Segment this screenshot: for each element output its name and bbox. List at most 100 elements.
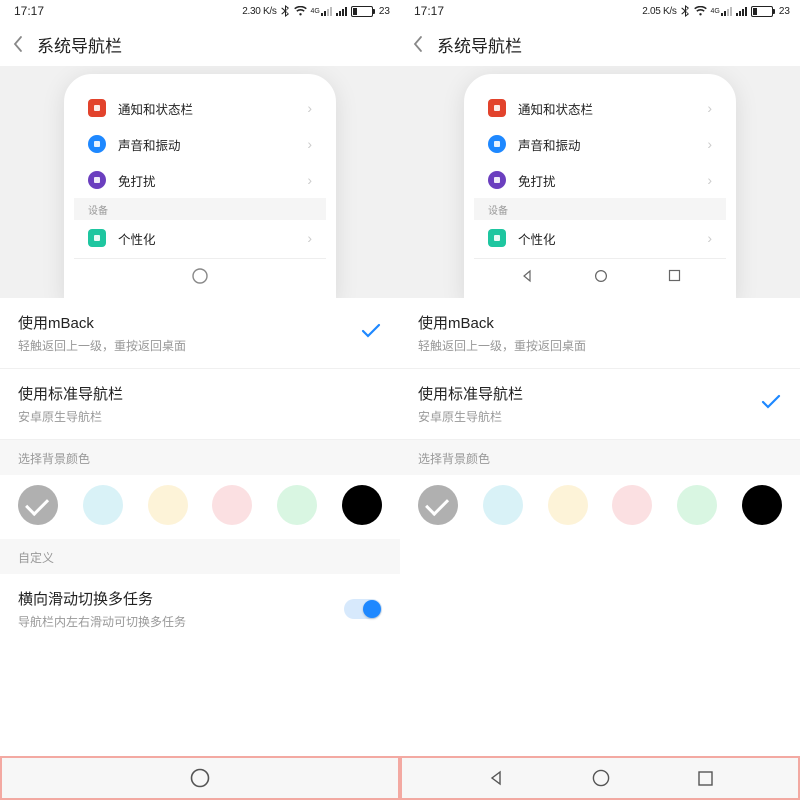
- nav-option-1[interactable]: 使用标准导航栏 安卓原生导航栏: [0, 369, 400, 440]
- preview-item-label: 通知和状态栏: [118, 99, 295, 118]
- notification-icon: [88, 99, 106, 117]
- sound-icon: [488, 135, 506, 153]
- preview-section-header: 设备: [74, 198, 326, 220]
- status-time: 17:17: [414, 4, 444, 18]
- color-swatch-5[interactable]: [742, 485, 782, 525]
- wifi-icon: [294, 6, 307, 16]
- preview-item-label: 个性化: [518, 229, 695, 248]
- signal-4g-icon: 4G: [711, 6, 732, 16]
- system-nav-bar[interactable]: [0, 756, 400, 800]
- preview-list-item: 个性化 ›: [474, 220, 726, 256]
- bluetooth-icon: [681, 5, 690, 17]
- battery-icon: [751, 6, 773, 17]
- preview-item-label: 声音和振动: [118, 135, 295, 154]
- network-speed: 2.05 K/s: [642, 6, 676, 17]
- chevron-right-icon: ›: [707, 136, 712, 152]
- preview-list-item: 声音和振动 ›: [74, 126, 326, 162]
- nav-recent-icon[interactable]: [697, 770, 714, 787]
- status-time: 17:17: [14, 4, 44, 18]
- chevron-right-icon: ›: [307, 136, 312, 152]
- sound-icon: [88, 135, 106, 153]
- preview-nav-mback: [74, 258, 326, 292]
- battery-icon: [351, 6, 373, 17]
- color-swatch-3[interactable]: [212, 485, 252, 525]
- chevron-right-icon: ›: [707, 230, 712, 246]
- signal-icon: [336, 6, 347, 16]
- nav-back-icon[interactable]: [487, 769, 505, 787]
- mback-home-icon[interactable]: [189, 767, 211, 789]
- preview-item-label: 通知和状态栏: [518, 99, 695, 118]
- chevron-right-icon: ›: [707, 100, 712, 116]
- personalization-icon: [488, 229, 506, 247]
- color-swatch-row: [0, 475, 400, 539]
- battery-percent: 23: [379, 6, 390, 17]
- preview-list-item: 通知和状态栏 ›: [474, 90, 726, 126]
- signal-icon: [736, 6, 747, 16]
- preview-nav-standard: [474, 258, 726, 292]
- color-swatch-1[interactable]: [483, 485, 523, 525]
- back-icon[interactable]: [412, 35, 423, 53]
- title-bar: 系统导航栏: [0, 22, 400, 66]
- switch-title: 横向滑动切换多任务: [18, 588, 186, 609]
- preview-list-item: 免打扰 ›: [474, 162, 726, 198]
- section-bg-color: 选择背景颜色: [0, 440, 400, 475]
- color-swatch-3[interactable]: [612, 485, 652, 525]
- color-swatch-0[interactable]: [18, 485, 58, 525]
- dnd-icon: [488, 171, 506, 189]
- color-swatch-2[interactable]: [148, 485, 188, 525]
- status-bar: 17:17 2.05 K/s 4G 23: [400, 0, 800, 22]
- option-desc: 轻触返回上一级，重按返回桌面: [18, 337, 186, 354]
- preview-list-item: 通知和状态栏 ›: [74, 90, 326, 126]
- notification-icon: [488, 99, 506, 117]
- color-swatch-row: [400, 475, 800, 539]
- wifi-icon: [694, 6, 707, 16]
- color-swatch-4[interactable]: [677, 485, 717, 525]
- color-swatch-0[interactable]: [418, 485, 458, 525]
- title-bar: 系统导航栏: [400, 22, 800, 66]
- nav-home-icon: [594, 269, 608, 283]
- option-desc: 安卓原生导航栏: [418, 408, 523, 425]
- phone-mock: 通知和状态栏 › 声音和振动 › 免打扰 › 设备 个性化 ›: [64, 74, 336, 298]
- color-swatch-5[interactable]: [342, 485, 382, 525]
- nav-preview: 通知和状态栏 › 声音和振动 › 免打扰 › 设备 个性化 ›: [0, 66, 400, 298]
- nav-option-1[interactable]: 使用标准导航栏 安卓原生导航栏: [400, 369, 800, 440]
- option-title: 使用mBack: [418, 312, 586, 333]
- chevron-right-icon: ›: [707, 172, 712, 188]
- bluetooth-icon: [281, 5, 290, 17]
- option-desc: 轻触返回上一级，重按返回桌面: [418, 337, 586, 354]
- preview-item-label: 免打扰: [518, 171, 695, 190]
- preview-section-header: 设备: [474, 198, 726, 220]
- option-desc: 安卓原生导航栏: [18, 408, 123, 425]
- chevron-right-icon: ›: [307, 172, 312, 188]
- battery-percent: 23: [779, 6, 790, 17]
- network-speed: 2.30 K/s: [242, 6, 276, 17]
- color-swatch-2[interactable]: [548, 485, 588, 525]
- section-bg-color: 选择背景颜色: [400, 440, 800, 475]
- nav-recent-icon: [668, 269, 681, 282]
- nav-option-0[interactable]: 使用mBack 轻触返回上一级，重按返回桌面: [0, 298, 400, 369]
- color-swatch-1[interactable]: [83, 485, 123, 525]
- chevron-right-icon: ›: [307, 100, 312, 116]
- chevron-right-icon: ›: [307, 230, 312, 246]
- check-icon: [760, 393, 782, 416]
- section-custom: 自定义: [0, 539, 400, 574]
- nav-preview: 通知和状态栏 › 声音和振动 › 免打扰 › 设备 个性化 ›: [400, 66, 800, 298]
- preview-item-label: 免打扰: [118, 171, 295, 190]
- nav-home-icon[interactable]: [591, 768, 611, 788]
- switch-desc: 导航栏内左右滑动可切换多任务: [18, 613, 186, 630]
- swipe-multitask-toggle[interactable]: [344, 599, 382, 619]
- page-title: 系统导航栏: [37, 32, 122, 57]
- signal-4g-icon: 4G: [311, 6, 332, 16]
- back-icon[interactable]: [12, 35, 23, 53]
- option-title: 使用mBack: [18, 312, 186, 333]
- color-swatch-4[interactable]: [277, 485, 317, 525]
- dnd-icon: [88, 171, 106, 189]
- preview-item-label: 声音和振动: [518, 135, 695, 154]
- system-nav-bar[interactable]: [400, 756, 800, 800]
- preview-item-label: 个性化: [118, 229, 295, 248]
- option-title: 使用标准导航栏: [418, 383, 523, 404]
- phone-mock: 通知和状态栏 › 声音和振动 › 免打扰 › 设备 个性化 ›: [464, 74, 736, 298]
- preview-list-item: 免打扰 ›: [74, 162, 326, 198]
- nav-option-0[interactable]: 使用mBack 轻触返回上一级，重按返回桌面: [400, 298, 800, 369]
- preview-list-item: 声音和振动 ›: [474, 126, 726, 162]
